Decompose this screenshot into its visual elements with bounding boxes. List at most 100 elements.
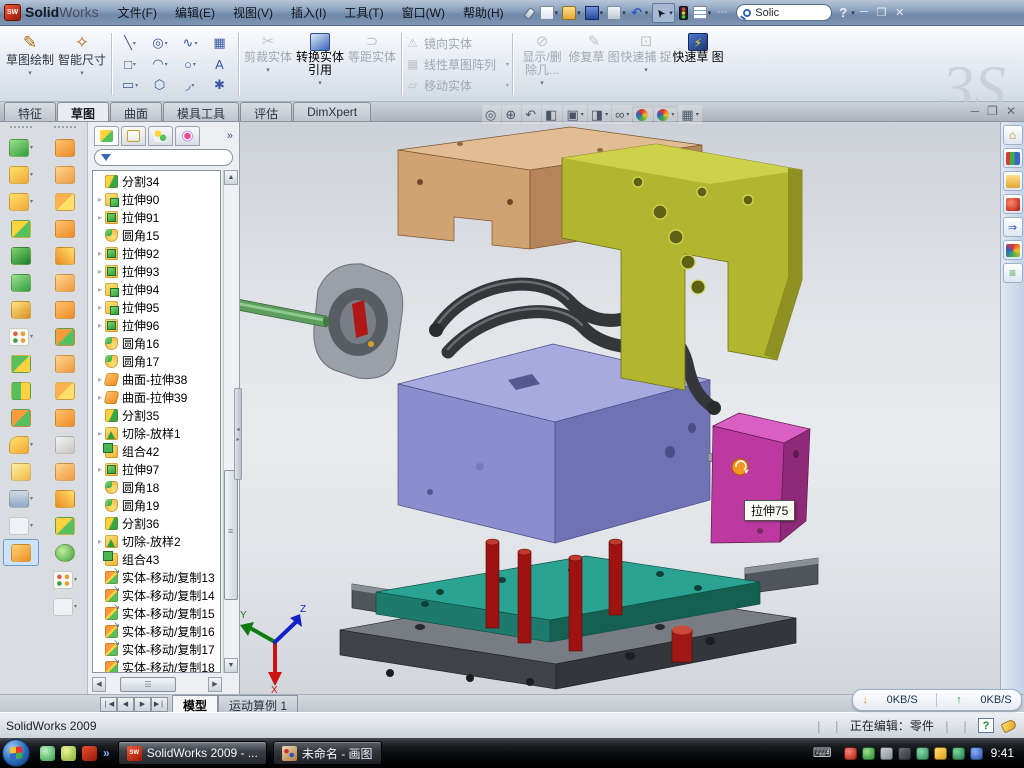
sketch-text-tool-icon[interactable]: A: [205, 54, 235, 75]
tree-item[interactable]: ▸ 拉伸92: [93, 244, 220, 262]
smart-dimension-button[interactable]: ✧ 智能尺寸 ▾: [56, 29, 108, 99]
quick-launch-overflow-chevron[interactable]: »: [103, 746, 110, 760]
tree-item[interactable]: 实体-移动/复制16: [93, 622, 220, 640]
warning-tray-icon[interactable]: [934, 747, 947, 760]
expander-icon[interactable]: ▸: [95, 537, 105, 546]
boundary-boss-icon[interactable]: [11, 274, 31, 292]
ribbon-tab[interactable]: 草图: [57, 102, 109, 121]
study-nav-button[interactable]: ▶❘: [151, 697, 168, 712]
deform-icon[interactable]: [55, 274, 75, 292]
tree-item[interactable]: 组合43: [93, 550, 220, 568]
dropdown-caret-icon[interactable]: ▾: [30, 333, 33, 340]
expander-icon[interactable]: ▸: [95, 285, 105, 294]
menu-item[interactable]: 视图(V): [224, 0, 282, 25]
sketch-fillet-tool-icon[interactable]: ◞ ▾: [175, 75, 205, 96]
delete-body-icon[interactable]: [11, 463, 31, 481]
linear-pattern-icon[interactable]: [9, 328, 29, 346]
combine-bodies-icon[interactable]: [11, 355, 31, 373]
quick-tool-button[interactable]: [521, 3, 536, 23]
quick-tool-button[interactable]: ▾: [562, 3, 581, 23]
menu-item[interactable]: 文件(F): [109, 0, 166, 25]
boundary-surface-icon[interactable]: [55, 382, 75, 400]
expander-icon[interactable]: ▸: [95, 303, 105, 312]
study-nav-button[interactable]: ▶: [134, 697, 151, 712]
quick-tool-button[interactable]: ▾: [693, 3, 712, 23]
expander-icon[interactable]: ▸: [95, 249, 105, 258]
extruded-boss-icon[interactable]: [9, 139, 29, 157]
help-button[interactable]: ?: [839, 5, 847, 20]
tree-item[interactable]: ▸ 切除-放样2: [93, 532, 220, 550]
sketch-button[interactable]: ✎ 草图绘制 ▾: [4, 29, 56, 99]
network-tray-icon[interactable]: [916, 747, 929, 760]
messenger-quicklaunch-icon[interactable]: [40, 746, 55, 761]
dropdown-caret-icon[interactable]: ▾: [581, 111, 584, 118]
scroll-left-arrow[interactable]: ◀: [92, 677, 106, 692]
scrollbar-thumb[interactable]: [224, 470, 238, 600]
security-alert-tray-icon[interactable]: [844, 747, 857, 760]
expander-icon[interactable]: ▸: [95, 195, 105, 204]
tag-icon[interactable]: [1001, 718, 1018, 733]
taskbar-clock[interactable]: 9:41: [991, 746, 1014, 760]
solidworks-quicklaunch-icon[interactable]: [82, 746, 97, 761]
firewall-shield-tray-icon[interactable]: [952, 747, 965, 760]
repair-sketch-button[interactable]: ✎ 修复草 图: [568, 29, 620, 99]
tree-item[interactable]: 实体-移动/复制14: [93, 586, 220, 604]
dropdown-caret-icon[interactable]: ▾: [194, 40, 197, 47]
ribbon-tab[interactable]: 特征: [4, 102, 56, 121]
tree-item[interactable]: ▸ 拉伸94: [93, 280, 220, 298]
dome-icon[interactable]: [55, 544, 75, 562]
dropdown-caret-icon[interactable]: ▾: [30, 522, 33, 529]
dropdown-caret-icon[interactable]: ▾: [133, 61, 136, 68]
fillet-icon[interactable]: [9, 193, 29, 211]
taskbar-task-button[interactable]: SW SolidWorks 2009 - ...: [118, 741, 267, 765]
quick-tool-button[interactable]: ▾: [540, 3, 559, 23]
tree-item[interactable]: 分割34: [93, 172, 220, 190]
graphics-viewport[interactable]: X Y Z: [240, 122, 1000, 694]
dropdown-caret-icon[interactable]: ▾: [605, 111, 608, 118]
thicken-icon[interactable]: [55, 463, 75, 481]
ribbon-tab[interactable]: 模具工具: [163, 102, 239, 121]
tree-item[interactable]: 组合42: [93, 442, 220, 460]
tree-item[interactable]: ▸ 曲面-拉伸38: [93, 370, 220, 388]
volume-tray-icon[interactable]: [898, 747, 911, 760]
quick-tool-button[interactable]: [679, 3, 689, 23]
dropdown-caret-icon[interactable]: ▾: [74, 576, 77, 583]
keyboard-layout-icon[interactable]: ⌨: [813, 745, 832, 761]
dropdown-caret-icon[interactable]: ▾: [30, 441, 33, 448]
tree-item[interactable]: 实体-移动/复制15: [93, 604, 220, 622]
revolved-boss-icon[interactable]: [55, 139, 75, 157]
dropdown-caret-icon[interactable]: ▾: [133, 40, 136, 47]
dropdown-caret-icon[interactable]: ▾: [626, 111, 629, 118]
tree-item[interactable]: ▸ 曲面-拉伸39: [93, 388, 220, 406]
quick-tips-button[interactable]: ?: [978, 718, 994, 733]
doc-restore-button[interactable]: ❐: [987, 103, 998, 120]
ribbon-tab[interactable]: DimXpert: [293, 102, 371, 121]
convert-entities-button[interactable]: 转换实体引用 ▾: [294, 29, 346, 99]
tree-item[interactable]: ▸ 拉伸97: [93, 460, 220, 478]
sketch-pattern-icon[interactable]: [53, 571, 73, 589]
doc-minimize-button[interactable]: ─: [971, 103, 980, 120]
model-tab[interactable]: 运动算例 1: [218, 695, 298, 712]
dropdown-caret-icon[interactable]: ▾: [135, 82, 138, 89]
menu-item[interactable]: 插入(I): [282, 0, 335, 25]
tree-item[interactable]: 圆角15: [93, 226, 220, 244]
study-nav-button[interactable]: ◀: [117, 697, 134, 712]
point-tool-icon[interactable]: ✱: [205, 75, 235, 96]
menu-item[interactable]: 编辑(E): [166, 0, 224, 25]
quick-snaps-button[interactable]: ⊡ 快速捕 捉 ▾: [620, 29, 672, 99]
study-nav-button[interactable]: ❘◀: [100, 697, 117, 712]
dropdown-caret-icon[interactable]: ▾: [577, 9, 581, 17]
expander-icon[interactable]: ▸: [95, 213, 105, 222]
slot-tool-icon[interactable]: ▭ ▾: [115, 75, 145, 96]
dropdown-caret-icon[interactable]: ▾: [506, 61, 509, 68]
select-box-tool-icon[interactable]: ▦: [205, 33, 235, 54]
tree-item[interactable]: 分割36: [93, 514, 220, 532]
trim-surface-icon[interactable]: [55, 436, 75, 454]
swept-boss-icon[interactable]: [11, 220, 31, 238]
dropdown-caret-icon[interactable]: ▾: [30, 198, 33, 205]
expander-icon[interactable]: ▸: [95, 429, 105, 438]
split-body-icon[interactable]: [11, 382, 31, 400]
curve-icon[interactable]: [9, 517, 29, 535]
lofted-boss-icon[interactable]: [11, 247, 31, 265]
tree-item[interactable]: ▸ 切除-放样1: [93, 424, 220, 442]
